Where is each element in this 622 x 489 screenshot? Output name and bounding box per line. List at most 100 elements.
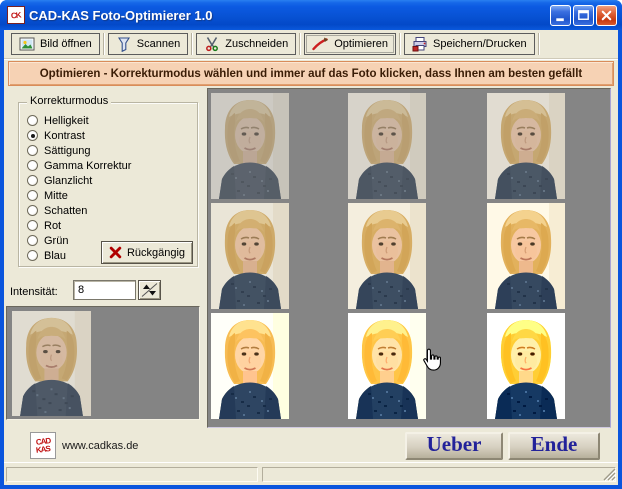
toolbar-separator	[538, 33, 540, 55]
radio-label: Rot	[44, 220, 61, 232]
titlebar: CK CAD-KAS Foto-Optimierer 1.0	[0, 0, 622, 30]
variant-grid-panel	[207, 88, 611, 428]
photo-variant-image	[348, 93, 426, 199]
radio-circle-icon	[27, 220, 38, 231]
photo-variant-image	[211, 313, 289, 419]
undo-button[interactable]: Rückgängig	[101, 241, 193, 264]
toolbar-button-open-image[interactable]: Bild öffnen	[11, 33, 100, 55]
portrait-photo	[12, 311, 91, 416]
website-link[interactable]: www.cadkas.de	[62, 440, 138, 452]
status-panel-2	[262, 467, 616, 482]
photo-variant-image	[348, 203, 426, 309]
about-button[interactable]: Ueber	[405, 432, 503, 460]
toolbar-button-label: Bild öffnen	[40, 38, 92, 50]
radio-circle-icon	[27, 115, 38, 126]
logo-text: KAS	[36, 445, 51, 455]
maximize-button[interactable]	[573, 5, 594, 26]
radio-label: Kontrast	[44, 130, 85, 142]
radio-circle-icon	[27, 190, 38, 201]
radio-circle-icon	[27, 145, 38, 156]
exit-button[interactable]: Ende	[508, 432, 600, 460]
photo-variant-image	[487, 93, 565, 199]
toolbar-button-save-print[interactable]: Speichern/Drucken	[404, 33, 535, 55]
intensity-spinner[interactable]	[138, 280, 161, 300]
photo-variant-image	[348, 313, 426, 419]
radio-label: Sättigung	[44, 145, 90, 157]
radio-option-rot[interactable]: Rot	[27, 218, 131, 233]
radio-label: Grün	[44, 235, 68, 247]
portrait-photo	[348, 203, 426, 309]
photo-variant-5[interactable]	[348, 203, 426, 309]
radio-label: Helligkeit	[44, 115, 89, 127]
photo-variant-image	[211, 93, 289, 199]
intensity-input[interactable]: 8	[73, 280, 136, 300]
scanner-icon	[116, 36, 132, 52]
maximize-icon	[576, 8, 591, 23]
toolbar-button-label: Zuschneiden	[225, 38, 288, 50]
photo-variant-1[interactable]	[211, 93, 289, 199]
status-panel-1	[6, 467, 258, 482]
portrait-photo	[211, 93, 289, 199]
toolbar-button-optimize[interactable]: Optimieren	[304, 33, 396, 55]
red-x-icon	[109, 246, 122, 259]
toolbar-button-label: Scannen	[137, 38, 180, 50]
photo-variant-9[interactable]	[487, 313, 565, 419]
current-photo-image	[12, 311, 91, 416]
radio-circle-icon	[27, 160, 38, 171]
photo-variant-8[interactable]	[348, 313, 426, 419]
app-icon: CK	[7, 6, 25, 24]
radio-circle-icon	[27, 130, 38, 141]
save-print-icon	[412, 36, 428, 52]
portrait-photo	[487, 203, 565, 309]
portrait-photo	[348, 313, 426, 419]
photo-variant-2[interactable]	[348, 93, 426, 199]
radio-option-glanzlicht[interactable]: Glanzlicht	[27, 173, 131, 188]
radio-circle-icon	[27, 175, 38, 186]
minimize-button[interactable]	[550, 5, 571, 26]
photo-variant-7[interactable]	[211, 313, 289, 419]
radio-label: Schatten	[44, 205, 87, 217]
radio-option-kontrast[interactable]: Kontrast	[27, 128, 131, 143]
intensity-label: Intensität:	[10, 286, 58, 298]
radio-label: Mitte	[44, 190, 68, 202]
close-icon	[599, 8, 614, 23]
about-button-label: Ueber	[427, 432, 482, 457]
radio-option-helligkeit[interactable]: Helligkeit	[27, 113, 131, 128]
photo-variant-4[interactable]	[211, 203, 289, 309]
radio-label: Glanzlicht	[44, 175, 92, 187]
window-title: CAD-KAS Foto-Optimierer 1.0	[29, 8, 548, 23]
spin-up-down-icon	[140, 282, 159, 298]
instruction-text: Optimieren - Korrekturmodus wählen und i…	[40, 68, 583, 80]
toolbar-button-crop[interactable]: Zuschneiden	[196, 33, 296, 55]
crop-scissors-icon	[204, 36, 220, 52]
radio-circle-icon	[27, 250, 38, 261]
portrait-photo	[487, 313, 565, 419]
portrait-photo	[487, 93, 565, 199]
correction-mode-groupbox: Korrekturmodus Helligkeit Kontrast Sätti…	[18, 102, 198, 267]
toolbar-separator	[299, 33, 301, 55]
radio-option-saettigung[interactable]: Sättigung	[27, 143, 131, 158]
undo-button-label: Rückgängig	[127, 247, 185, 259]
image-open-icon	[19, 36, 35, 52]
radio-circle-icon	[27, 205, 38, 216]
current-photo	[12, 311, 91, 416]
radio-label: Gamma Korrektur	[44, 160, 131, 172]
radio-option-mitte[interactable]: Mitte	[27, 188, 131, 203]
radio-option-gamma-korrektur[interactable]: Gamma Korrektur	[27, 158, 131, 173]
photo-variant-3[interactable]	[487, 93, 565, 199]
close-button[interactable]	[596, 5, 617, 26]
minimize-icon	[553, 8, 568, 23]
current-photo-panel	[6, 306, 200, 420]
status-bar	[4, 462, 618, 484]
photo-variant-6[interactable]	[487, 203, 565, 309]
toolbar-button-scan[interactable]: Scannen	[108, 33, 188, 55]
radio-label: Blau	[44, 250, 66, 262]
exit-button-label: Ende	[531, 432, 578, 457]
portrait-photo	[348, 93, 426, 199]
groupbox-title: Korrekturmodus	[27, 95, 111, 107]
toolbar-separator	[103, 33, 105, 55]
toolbar: Bild öffnen Scannen Zuschneiden	[4, 30, 618, 59]
resize-grip[interactable]	[603, 468, 616, 481]
radio-option-schatten[interactable]: Schatten	[27, 203, 131, 218]
cadkas-logo: CAD KAS	[30, 432, 56, 459]
